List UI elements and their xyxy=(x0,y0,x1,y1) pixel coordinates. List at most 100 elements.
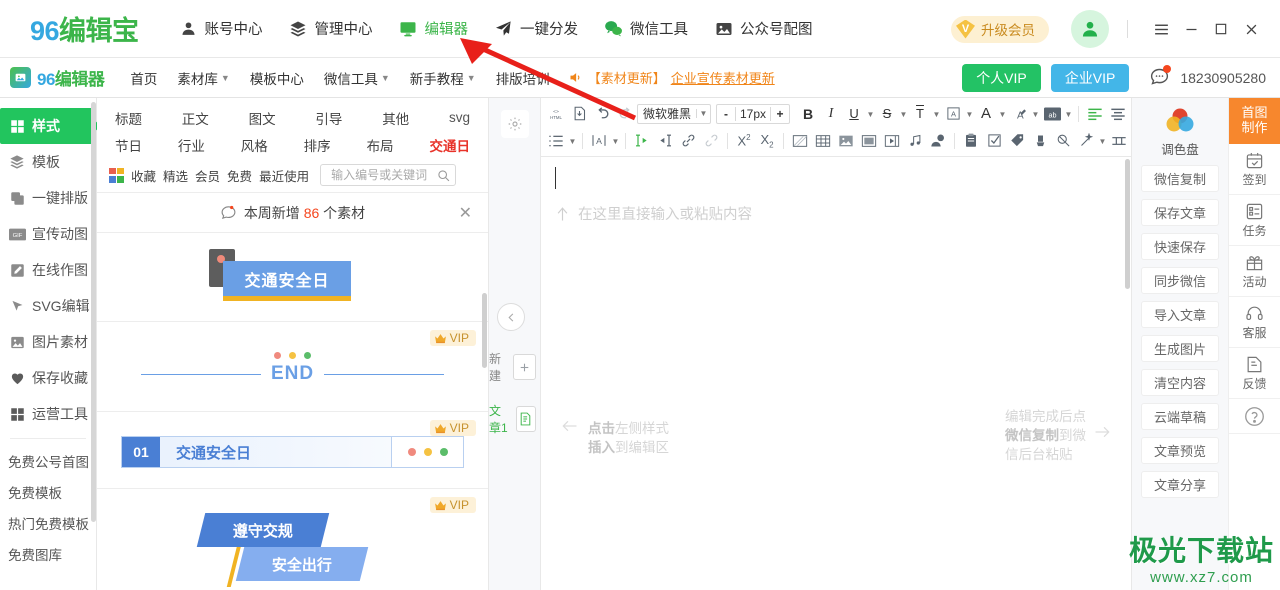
split-icon[interactable] xyxy=(1108,130,1130,152)
material-card-numbered-title[interactable]: VIP 01 交通安全日 xyxy=(97,412,488,489)
html-source-icon[interactable]: <> HTML xyxy=(545,103,567,125)
category-other[interactable]: 其他 xyxy=(382,108,409,128)
filter-member[interactable]: 会员 xyxy=(195,166,220,185)
category-guide[interactable]: 引导 xyxy=(315,108,342,128)
category-sort[interactable]: 排序 xyxy=(304,135,331,155)
import-doc-icon[interactable] xyxy=(568,103,590,125)
enterprise-vip-button[interactable]: 企业VIP xyxy=(1050,64,1130,92)
feedback-button[interactable]: 反馈 xyxy=(1228,348,1280,399)
message-icon[interactable] xyxy=(1149,65,1172,90)
gallery-icon[interactable] xyxy=(858,130,880,152)
new-article-row[interactable]: 新建 xyxy=(489,350,536,384)
align-left-icon[interactable] xyxy=(1084,103,1106,125)
rail-scrollbar[interactable] xyxy=(91,102,96,522)
sidebar-item-promo-gif[interactable]: GIF 宣传动图 xyxy=(0,216,96,252)
menu-icon[interactable] xyxy=(1146,14,1176,44)
cover-image-maker-button[interactable]: 首图 制作 xyxy=(1228,98,1280,144)
sidebar-item-svg-edit[interactable]: SVG编辑 xyxy=(0,288,96,324)
cloud-draft-button[interactable]: 云端草稿 xyxy=(1141,403,1219,430)
unlink-icon[interactable] xyxy=(700,130,722,152)
magic-icon[interactable] xyxy=(1075,130,1097,152)
clear-content-button[interactable]: 清空内容 xyxy=(1141,369,1219,396)
plus-box-icon[interactable] xyxy=(513,354,536,380)
maximize-icon[interactable] xyxy=(1206,14,1236,44)
font-size-stepper[interactable]: - 17px + xyxy=(716,103,791,124)
menu-wechat-tools[interactable]: 微信工具 ▼ xyxy=(324,68,390,88)
underline-icon[interactable]: U xyxy=(843,103,865,125)
chevron-down-icon[interactable]: ▼ xyxy=(611,130,620,152)
image-icon[interactable] xyxy=(835,130,857,152)
menu-template-center[interactable]: 模板中心 xyxy=(250,68,304,88)
notice-text[interactable]: 企业宣传素材更新 xyxy=(671,68,775,87)
personal-vip-button[interactable]: 个人VIP xyxy=(962,64,1041,92)
topnav-one-click-distribute[interactable]: 一键分发 xyxy=(492,14,580,43)
category-title[interactable]: 标题 xyxy=(115,108,142,128)
filter-recently-used[interactable]: 最近使用 xyxy=(259,166,309,185)
text-align-vertical-icon[interactable] xyxy=(654,130,676,152)
article-share-button[interactable]: 文章分享 xyxy=(1141,471,1219,498)
category-industry[interactable]: 行业 xyxy=(178,135,205,155)
upgrade-membership-button[interactable]: V 升级会员 xyxy=(951,15,1049,43)
format-ab-icon[interactable]: ab xyxy=(1041,103,1063,125)
chevron-down-icon[interactable]: ▼ xyxy=(1064,103,1073,125)
category-festival[interactable]: 节日 xyxy=(115,135,142,155)
activity-button[interactable]: 活动 xyxy=(1228,246,1280,297)
generate-image-button[interactable]: 生成图片 xyxy=(1141,335,1219,362)
superscript-icon[interactable]: X2 xyxy=(733,130,755,152)
sidebar-item-templates[interactable]: 模板 xyxy=(0,144,96,180)
topnav-account-center[interactable]: 账号中心 xyxy=(177,14,265,43)
hr-icon[interactable] xyxy=(789,130,811,152)
chevron-down-icon[interactable]: ▼ xyxy=(965,103,974,125)
music-icon[interactable] xyxy=(904,130,926,152)
chevron-down-icon[interactable]: ▼ xyxy=(932,103,941,125)
category-style[interactable]: 风格 xyxy=(241,135,268,155)
italic-icon[interactable]: I xyxy=(820,103,842,125)
chevron-down-icon[interactable]: ▼ xyxy=(1031,103,1040,125)
font-size-decrease[interactable]: - xyxy=(717,107,735,121)
tag-icon[interactable] xyxy=(1006,130,1028,152)
gear-icon[interactable] xyxy=(500,110,529,138)
overline-icon[interactable]: T xyxy=(909,103,931,125)
sync-wechat-button[interactable]: 同步微信 xyxy=(1141,267,1219,294)
notice-banner[interactable]: 【素材更新】 企业宣传素材更新 xyxy=(568,68,775,87)
paste-icon[interactable] xyxy=(960,130,982,152)
link-icon[interactable] xyxy=(677,130,699,152)
redo-icon[interactable] xyxy=(614,103,636,125)
grid-icon[interactable] xyxy=(109,167,124,183)
search-input[interactable] xyxy=(329,167,438,183)
filter-favorites[interactable]: 收藏 xyxy=(131,166,156,185)
font-family-select[interactable]: 微软雅黑 ▼ xyxy=(637,103,712,124)
minimize-icon[interactable] xyxy=(1176,14,1206,44)
topnav-manage-center[interactable]: 管理中心 xyxy=(287,14,375,43)
font-color-icon[interactable]: A xyxy=(975,103,997,125)
save-article-button[interactable]: 保存文章 xyxy=(1141,199,1219,226)
emoji-sticker-icon[interactable] xyxy=(927,130,949,152)
avatar[interactable] xyxy=(1071,10,1109,48)
table-icon[interactable] xyxy=(812,130,834,152)
video-icon[interactable] xyxy=(881,130,903,152)
material-list[interactable]: 交通安全日 VIP END VIP 01 交通安全日 VIP 遵守交规 安全出行 xyxy=(97,233,488,590)
topnav-official-account-image[interactable]: 公众号配图 xyxy=(712,14,815,43)
strikethrough-icon[interactable]: S xyxy=(876,103,898,125)
text-direction-icon[interactable] xyxy=(631,130,653,152)
ordered-list-icon[interactable] xyxy=(545,130,567,152)
sidebar-item-saved-favorites[interactable]: 保存收藏 xyxy=(0,360,96,396)
chevron-down-icon[interactable]: ▼ xyxy=(866,103,875,125)
category-traffic-day[interactable]: 交通日 xyxy=(429,135,470,155)
align-center-icon[interactable] xyxy=(1107,103,1129,125)
rail-link-free-cover[interactable]: 免费公号首图 xyxy=(0,445,96,476)
material-card-traffic-banner[interactable]: 交通安全日 xyxy=(97,233,488,322)
highlight-pen-icon[interactable]: A xyxy=(1008,103,1030,125)
filter-free[interactable]: 免费 xyxy=(227,166,252,185)
checkbox-icon[interactable] xyxy=(983,130,1005,152)
sidebar-item-one-click-layout[interactable]: 一键排版 xyxy=(0,180,96,216)
category-body[interactable]: 正文 xyxy=(182,108,209,128)
topnav-wechat-tools[interactable]: 微信工具 xyxy=(602,14,690,43)
filter-featured[interactable]: 精选 xyxy=(163,166,188,185)
editor-scrollbar[interactable] xyxy=(1125,159,1130,289)
menu-beginner-tutorial[interactable]: 新手教程 ▼ xyxy=(410,68,476,88)
chevron-down-icon[interactable]: ▼ xyxy=(899,103,908,125)
category-svg[interactable]: svg xyxy=(449,110,470,125)
material-scrollbar[interactable] xyxy=(482,293,487,368)
palette-icon[interactable] xyxy=(1165,108,1195,137)
